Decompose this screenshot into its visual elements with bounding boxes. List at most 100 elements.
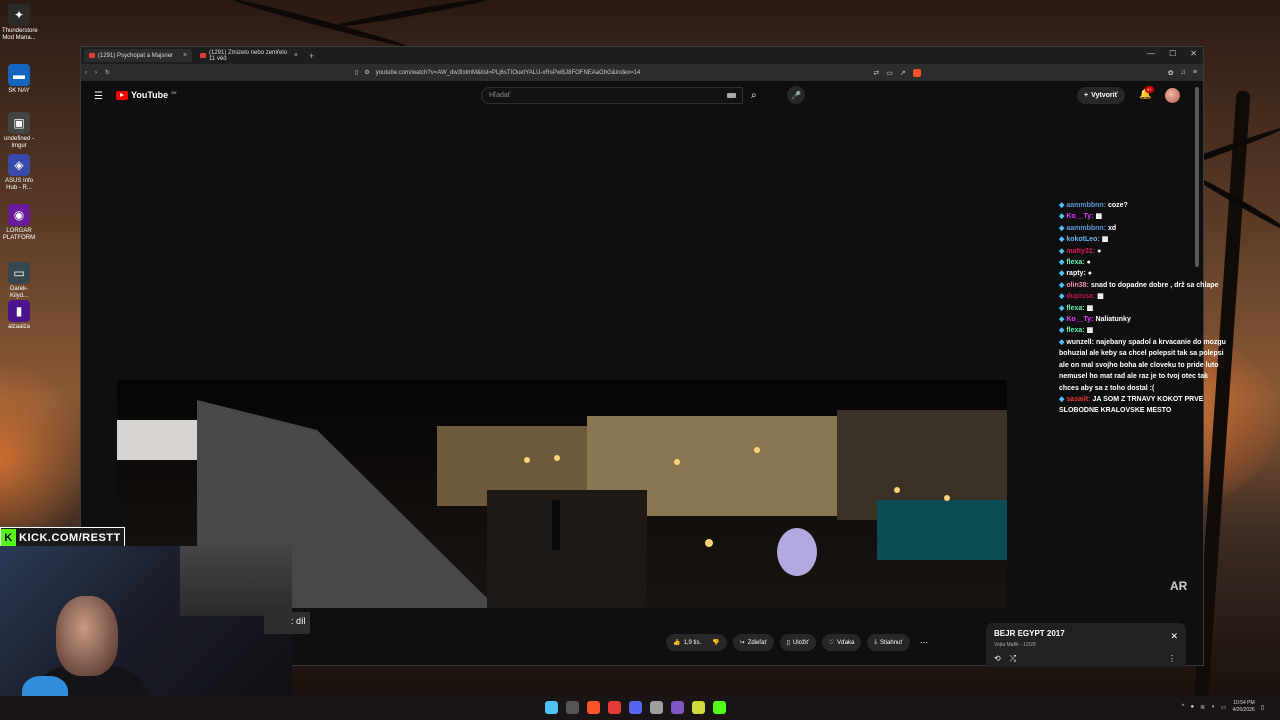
maximize-icon[interactable]: ☐ <box>1169 49 1176 58</box>
bookmark-icon[interactable]: ▯ <box>355 69 358 76</box>
site-info-icon[interactable]: ⚙ <box>364 69 369 76</box>
kick-icon[interactable] <box>713 701 726 714</box>
desktop-icon-label: SK NAY <box>8 88 30 94</box>
url-field[interactable]: ▯ ⚙ youtube.com/watch?v=AW_dw3txlmM&list… <box>355 64 641 81</box>
search-icon[interactable]: ⌕ <box>751 90 757 101</box>
chat-text: ● <box>1097 247 1102 255</box>
chat-text: ▩ <box>1101 236 1109 244</box>
notifications-tray-icon[interactable]: ▯ <box>1261 704 1264 711</box>
webcam-background <box>180 546 292 616</box>
back-icon[interactable]: ‹ <box>85 70 87 76</box>
stream-chat: ◆ aammbbnn: coze? ◆ Ko__Ty: ▩ ◆ aammbbnn: xd ◆… <box>1059 200 1229 417</box>
app-icon[interactable] <box>692 701 705 714</box>
like-button[interactable]: 👍 1,9 tis. 👎 <box>666 634 727 651</box>
close-tab-icon[interactable]: × <box>183 52 187 59</box>
desktop-icon[interactable]: ◈ ASUS Info Hub - R... <box>2 154 36 192</box>
playlist-controls: ⟲ ⤮ <box>994 654 1016 664</box>
close-window-icon[interactable]: ✕ <box>1190 49 1197 58</box>
mic-tray-icon[interactable]: ● <box>1190 704 1194 710</box>
taskbar: ^ ● ≋ ◖ ▭ 10:54 PM 4/26/2026 ▯ <box>0 696 1280 720</box>
chat-username: olin38: <box>1066 281 1089 289</box>
playlist-more-icon[interactable]: ⋮ <box>1168 654 1176 663</box>
keyboard-icon[interactable] <box>727 93 736 98</box>
desktop-icon[interactable]: ▣ undefined - Imgur <box>2 112 36 150</box>
cast-icon[interactable]: ▭ <box>886 69 893 77</box>
clock-time: 10:54 PM <box>1233 700 1255 706</box>
chat-username: wunzell: <box>1066 338 1094 346</box>
loop-icon[interactable]: ⟲ <box>994 654 1001 664</box>
chat-username: Ko__Ty: <box>1066 316 1094 324</box>
chat-message: ◆ rapty: ● <box>1059 268 1229 279</box>
chat-text: coze? <box>1108 202 1128 209</box>
obs-icon[interactable] <box>671 701 684 714</box>
kick-logo-icon: K <box>1 529 16 546</box>
tab-title: (1291) Psychopat a Majsner <box>98 52 174 59</box>
discord-icon[interactable] <box>629 701 642 714</box>
youtube-play-icon <box>116 90 128 100</box>
clock[interactable]: 10:54 PM 4/26/2026 <box>1232 700 1254 714</box>
translate-icon[interactable]: ⇄ <box>873 69 879 77</box>
tab-active[interactable]: (1291) Psychopat a Majsner × <box>84 49 192 62</box>
chat-text: ● <box>1087 270 1093 278</box>
chat-message: ◆ dupissa: ▩ <box>1059 291 1229 302</box>
desktop-icon[interactable]: ▬ SK NAY <box>2 64 36 95</box>
tab-bar: (1291) Psychopat a Majsner × (1291) Zmiz… <box>81 47 1203 64</box>
task-view-icon[interactable] <box>566 701 579 714</box>
chat-message: ◆ aammbbnn: coze? <box>1059 200 1229 211</box>
thumbs-down-icon[interactable]: 👎 <box>712 639 719 646</box>
desktop-icon-label: undefined - Imgur <box>3 136 35 149</box>
url-text[interactable]: youtube.com/watch?v=AW_dw3txlmM&list=PLj… <box>376 70 641 76</box>
desktop-icon[interactable]: ▮ alzaalza <box>2 300 36 331</box>
microphone-icon[interactable]: 🎤 <box>787 86 805 104</box>
desktop-icon-label: ASUS Info Hub - R... <box>4 178 33 191</box>
forward-icon[interactable]: › <box>95 70 97 76</box>
shuffle-icon[interactable]: ⤮ <box>1010 654 1016 664</box>
save-button[interactable]: ▯ Uložiť <box>779 634 816 651</box>
chat-message: ◆ flexa: ● <box>1059 257 1229 268</box>
tab-inactive[interactable]: (1291) Zmizelo nebo zemřelo 11 věd × <box>195 49 303 62</box>
share-button[interactable]: ↪ Zdieľať <box>732 634 774 651</box>
extensions-icon[interactable]: ✿ <box>1168 69 1174 77</box>
youtube-logo[interactable]: YouTube SK <box>116 90 177 100</box>
desktop-icon[interactable]: ◉ LORGAR PLATFORM <box>2 204 36 242</box>
thanks-button[interactable]: ♡ Vďaka <box>821 634 862 651</box>
desktop-icon[interactable]: ▭ Darek-Kilyd... <box>2 262 36 300</box>
close-tab-icon[interactable]: × <box>294 52 298 59</box>
desktop-icon-label: alzaalza <box>7 324 30 330</box>
battery-icon[interactable]: ▭ <box>1221 704 1227 711</box>
file-icon: ▭ <box>8 262 30 284</box>
avatar[interactable] <box>1165 88 1180 103</box>
more-actions-icon[interactable]: ⋯ <box>916 634 933 651</box>
desktop-icon[interactable]: ✦ Thunderstore Mod Mana... <box>2 4 38 42</box>
create-button[interactable]: + Vytvoriť <box>1077 87 1125 104</box>
tray-chevron-icon[interactable]: ^ <box>1182 704 1185 710</box>
brave-shield-icon[interactable] <box>912 68 921 77</box>
playlist-subtitle: Vojta Mafík - 12/29 <box>994 642 1036 648</box>
reload-icon[interactable]: ↻ <box>105 69 110 76</box>
create-label: Vytvoriť <box>1091 92 1118 99</box>
chat-text: ▩ <box>1086 327 1094 335</box>
search-input[interactable]: Hľadať <box>481 87 743 104</box>
media-icon[interactable]: ♫ <box>1181 69 1186 76</box>
menu-icon[interactable]: ≡ <box>1193 69 1197 76</box>
chat-text: Naliatunky <box>1095 316 1131 324</box>
playlist-panel: BEJR EGYPT 2017 Vojta Mafík - 12/29 ✕ ⟲ … <box>986 623 1186 667</box>
close-playlist-icon[interactable]: ✕ <box>1170 631 1178 642</box>
chat-username: aammbbnn: <box>1066 224 1106 232</box>
chat-username: Ko__Ty: <box>1066 213 1094 221</box>
network-icon[interactable]: ≋ <box>1200 704 1205 711</box>
share-page-icon[interactable]: ↗ <box>900 69 906 77</box>
download-button[interactable]: ⤓ Stiahnuť <box>867 634 910 651</box>
new-tab-button[interactable]: + <box>309 51 314 61</box>
maps-icon[interactable] <box>608 701 621 714</box>
playlist-title[interactable]: BEJR EGYPT 2017 <box>994 629 1065 638</box>
hamburger-menu-icon[interactable]: ☰ <box>94 91 103 102</box>
webcam-feed <box>0 546 292 720</box>
start-icon[interactable] <box>545 701 558 714</box>
chat-username: rapty: <box>1066 270 1086 278</box>
volume-icon[interactable]: ◖ <box>1211 704 1215 710</box>
brave-icon[interactable] <box>587 701 600 714</box>
save-label: Uložiť <box>793 639 809 646</box>
chrome-icon[interactable] <box>650 701 663 714</box>
minimize-icon[interactable]: — <box>1147 49 1155 58</box>
